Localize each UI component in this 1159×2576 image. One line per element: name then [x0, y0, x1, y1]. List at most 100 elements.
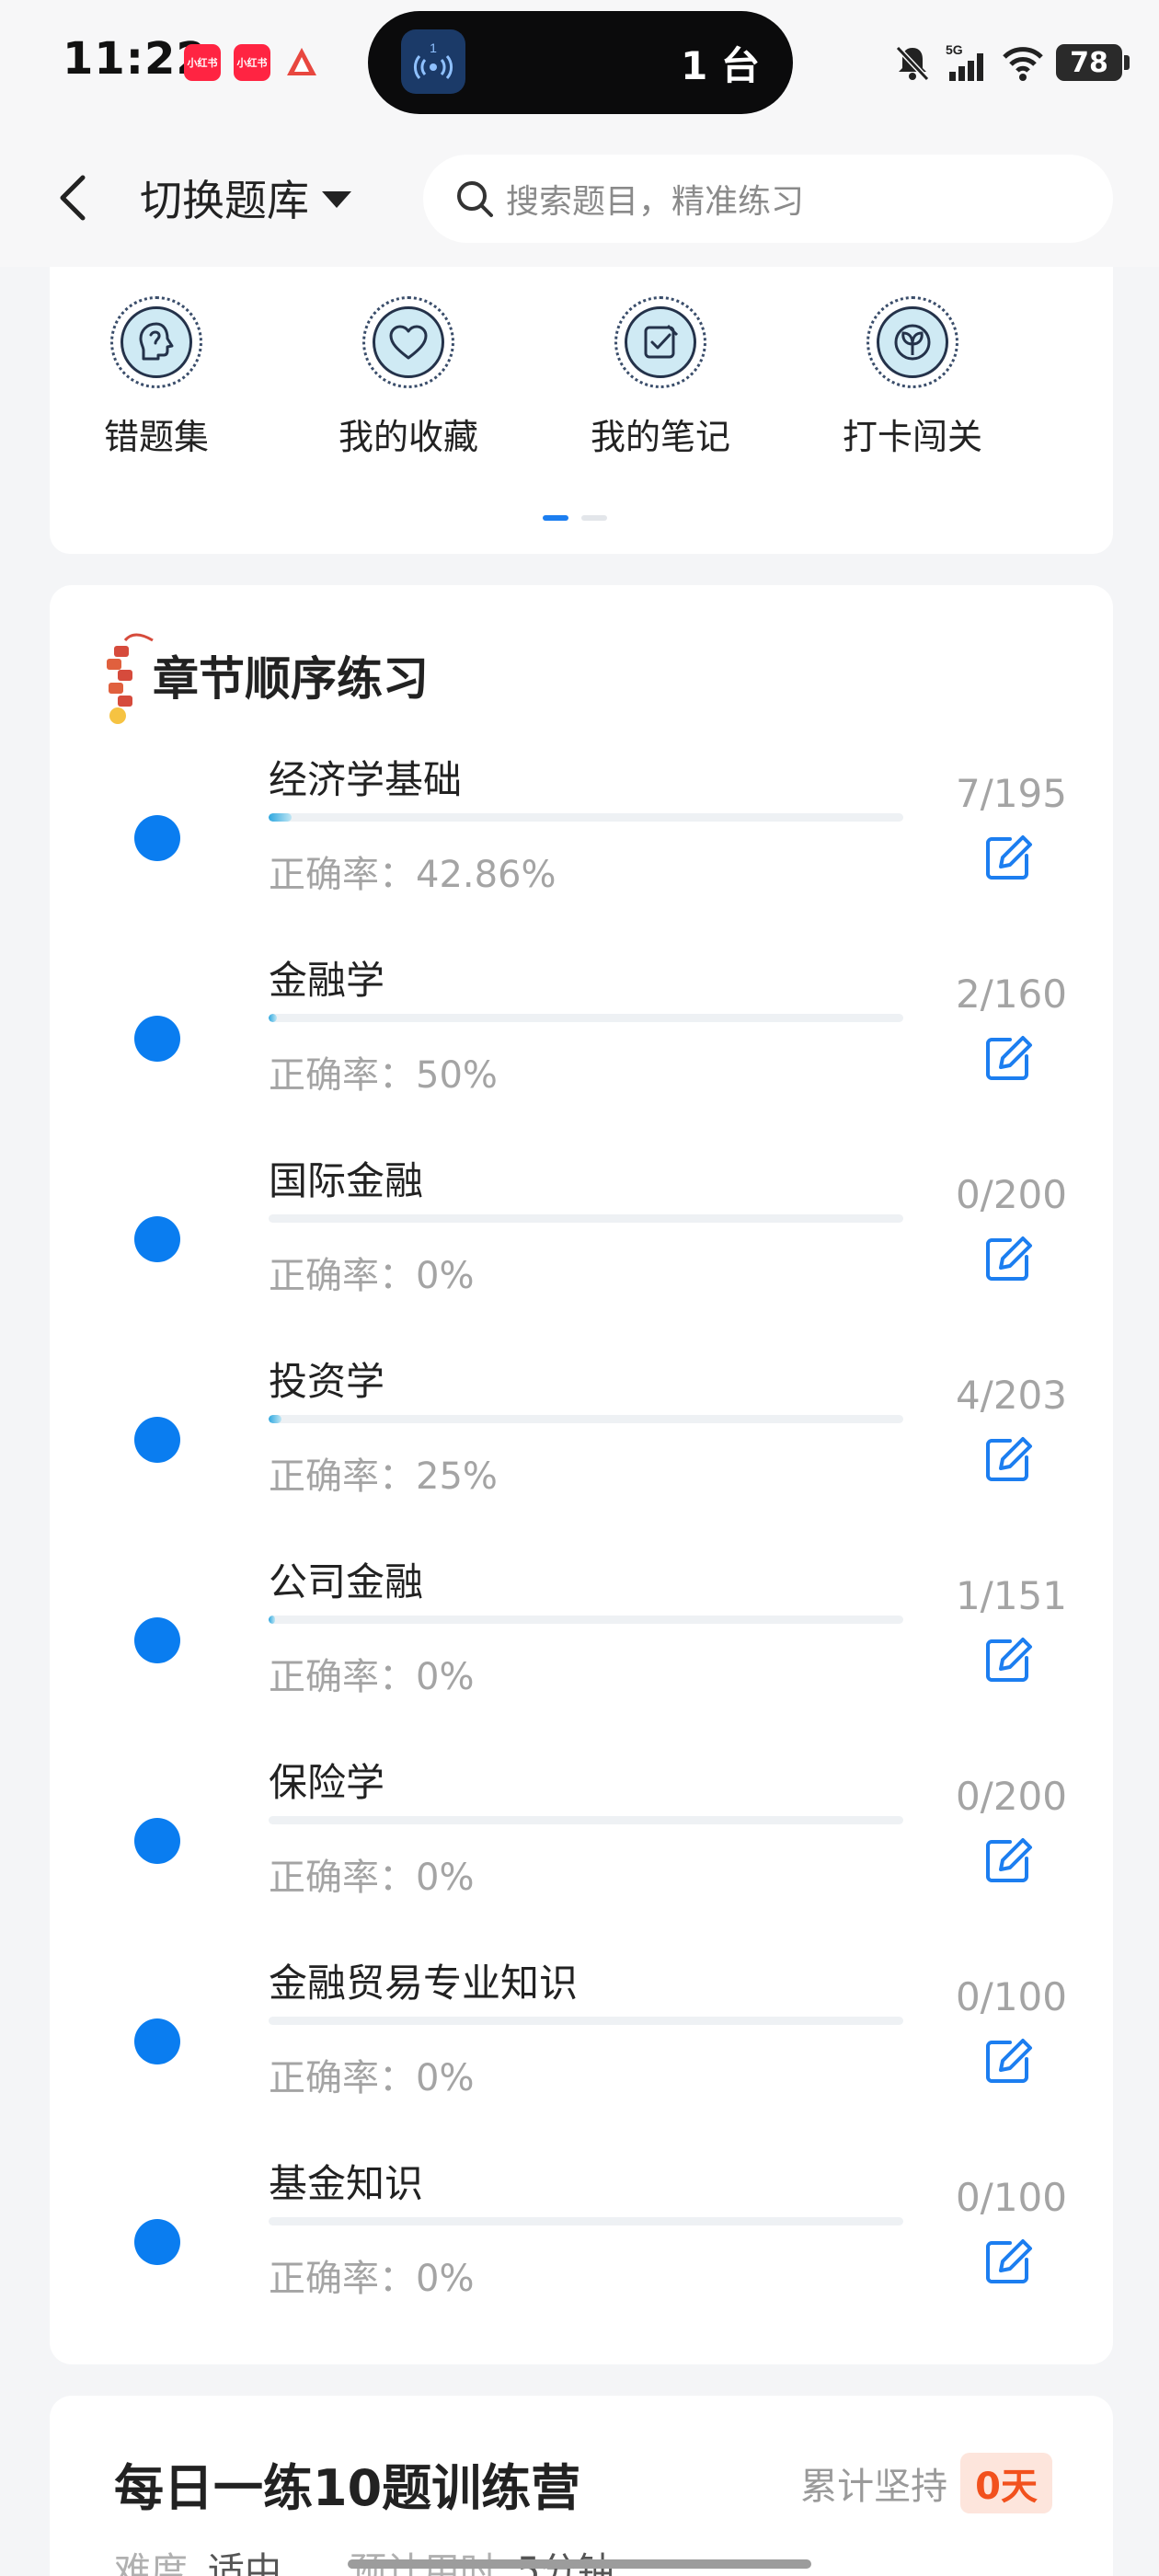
broadcast-badge: 1	[430, 40, 437, 55]
chapter-row[interactable]: 金融学正确率：50% 2/160	[50, 933, 1113, 1132]
chapter-bullet	[134, 1617, 180, 1663]
persist-counter: 累计坚持 0天	[800, 2453, 1052, 2513]
dynamic-island[interactable]: 1 1 台	[368, 11, 793, 114]
search-icon	[457, 181, 493, 217]
chapter-count: 0/200	[955, 1172, 1067, 1217]
status-icons: 5G 78	[890, 37, 1130, 88]
shortcut-wrong-questions[interactable]: 错题集	[55, 296, 258, 459]
shortcut-notes[interactable]: 我的笔记	[559, 296, 762, 459]
daily-training-card[interactable]: 每日一练10题训练营 累计坚持 0天 难度 适中 预计用时 5分钟	[50, 2396, 1113, 2576]
training-title: 每日一练10题训练营	[114, 2459, 581, 2517]
chapter-accuracy: 正确率：42.86%	[269, 854, 557, 896]
search-placeholder: 搜索题目，精准练习	[506, 183, 805, 221]
chapter-progress-bar	[269, 1816, 903, 1824]
chapter-progress-fill	[269, 1014, 277, 1022]
chapter-bullet	[134, 1216, 180, 1262]
chapter-count: 7/195	[955, 771, 1067, 816]
chapter-count: 0/100	[955, 2175, 1067, 2220]
chapter-accuracy: 正确率：25%	[269, 1455, 498, 1498]
chapter-accuracy: 正确率：50%	[269, 1054, 498, 1097]
time-label: 预计用时	[350, 2541, 497, 2576]
sprout-icon	[866, 296, 958, 388]
chapter-progress-bar	[269, 1214, 903, 1223]
persist-days-badge: 0天	[960, 2453, 1052, 2513]
page-dot-active	[543, 515, 568, 521]
island-label: 1 台	[681, 43, 760, 88]
page-dot	[581, 515, 607, 521]
chapter-progress-fill	[269, 1616, 275, 1624]
chapter-row[interactable]: 基金知识正确率：0% 0/100	[50, 2136, 1113, 2335]
back-button[interactable]	[46, 166, 101, 230]
battery-indicator: 78	[1056, 44, 1130, 81]
switch-question-bank-button[interactable]: 切换题库	[140, 167, 351, 228]
difficulty-value: 适中	[208, 2550, 281, 2576]
chapter-name: 金融学	[269, 958, 385, 1003]
chapter-progress-fill	[269, 1415, 281, 1423]
chapter-name: 公司金融	[269, 1559, 424, 1604]
chapter-row[interactable]: 金融贸易专业知识 正确率：0% 0/100	[50, 1936, 1113, 2134]
difficulty-label: 难度	[114, 2550, 188, 2576]
shortcut-favorites[interactable]: 我的收藏	[307, 296, 510, 459]
chapter-row[interactable]: 投资学 正确率：25% 4/203	[50, 1334, 1113, 1533]
chapter-count: 1/151	[955, 1573, 1067, 1618]
shortcut-label: 我的笔记	[590, 417, 730, 457]
chapter-bullet	[134, 2219, 180, 2265]
shortcut-panel: 错题集 我的收藏 我的笔记 打卡闯关	[50, 267, 1113, 554]
chapter-accuracy: 正确率：0%	[269, 1255, 475, 1297]
chapter-progress-bar	[269, 2017, 903, 2025]
training-meta: 难度 适中 预计用时 5分钟	[114, 2541, 614, 2576]
chapter-bullet	[134, 1417, 180, 1463]
chapter-progress-bar	[269, 813, 903, 822]
chapter-row[interactable]: 国际金融 正确率：0% 0/200	[50, 1133, 1113, 1332]
chapter-accuracy: 正确率：0%	[269, 2258, 475, 2300]
edit-icon[interactable]	[982, 2236, 1034, 2287]
time-value: 5分钟	[517, 2541, 614, 2576]
chapter-row[interactable]: 公司金融正确率：0% 1/151	[50, 1535, 1113, 1733]
search-input[interactable]: 搜索题目，精准练习	[423, 155, 1113, 243]
chapter-progress-bar	[269, 2217, 903, 2225]
section-title: 章节顺序练习	[153, 652, 429, 706]
chapter-progress-bar	[269, 1014, 903, 1022]
mute-bell-icon	[890, 40, 935, 85]
edit-icon[interactable]	[982, 1834, 1034, 1886]
chapter-bullet	[134, 815, 180, 861]
chapter-row[interactable]: 保险学 正确率：0% 0/200	[50, 1735, 1113, 1934]
edit-icon[interactable]	[982, 832, 1034, 883]
status-bar: 11:22 小红书 小红书 1 1 台 5G 78	[0, 0, 1159, 129]
edit-icon[interactable]	[982, 1233, 1034, 1284]
edit-icon[interactable]	[982, 2035, 1034, 2087]
chapter-count: 2/160	[955, 972, 1067, 1017]
shortcut-label: 我的收藏	[338, 417, 478, 457]
app-notification-icon	[283, 44, 320, 81]
top-nav: 切换题库 搜索题目，精准练习	[0, 129, 1159, 267]
edit-icon[interactable]	[982, 1634, 1034, 1685]
xiaohongshu-notification-icon: 小红书	[184, 44, 221, 81]
chapter-bullet	[134, 2018, 180, 2064]
shortcut-label: 打卡闯关	[842, 417, 982, 457]
persist-label: 累计坚持	[800, 2466, 948, 2508]
chapter-bullet	[134, 1818, 180, 1864]
wifi-icon	[1001, 40, 1045, 85]
caret-down-icon	[322, 191, 351, 208]
chapter-name: 经济学基础	[269, 757, 463, 802]
switch-bank-label: 切换题库	[140, 176, 309, 225]
chapter-accuracy: 正确率：0%	[269, 1656, 475, 1698]
chapter-name: 金融贸易专业知识	[269, 1961, 579, 2006]
chapter-progress-bar	[269, 1415, 903, 1423]
broadcast-icon: 1	[401, 29, 465, 94]
edit-icon[interactable]	[982, 1032, 1034, 1084]
chapter-name: 基金知识	[269, 2161, 424, 2206]
chevron-left-icon	[60, 175, 86, 221]
chapter-practice-card: 章节顺序练习 经济学基础正确率：42.86% 7/195 金融学正确率：50% 2/1…	[50, 585, 1113, 2364]
chapter-progress-fill	[269, 813, 292, 822]
chapter-row[interactable]: 经济学基础正确率：42.86% 7/195	[50, 732, 1113, 931]
home-indicator[interactable]	[348, 2559, 811, 2569]
screen: 11:22 小红书 小红书 1 1 台 5G 78 切换题库 搜索题目，精准练习…	[0, 0, 1159, 2576]
heart-icon	[362, 296, 454, 388]
chapter-name: 保险学	[269, 1760, 385, 1805]
shortcut-checkin[interactable]: 打卡闯关	[811, 296, 1014, 459]
edit-icon[interactable]	[982, 1433, 1034, 1485]
chapter-accuracy: 正确率：0%	[269, 1857, 475, 1899]
page-indicator	[543, 515, 607, 521]
chapter-count: 4/203	[955, 1373, 1067, 1418]
